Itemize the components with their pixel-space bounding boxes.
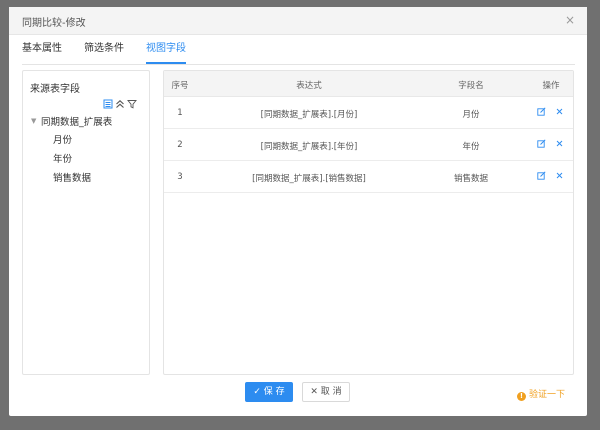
tree-node-month[interactable]: 月份 (53, 132, 72, 146)
cancel-button[interactable]: ✕ 取 消 (302, 382, 350, 402)
collapse-all-icon[interactable] (115, 99, 125, 109)
table-header: 序号 表达式 字段名 操作 (164, 71, 573, 97)
column-header-field-name: 字段名 (458, 81, 484, 91)
delete-icon[interactable] (555, 171, 564, 180)
dialog-title: 同期比较-修改 (22, 18, 86, 29)
edit-icon[interactable] (537, 171, 546, 180)
close-icon[interactable]: × (565, 13, 575, 27)
dialog-header: 同期比较-修改 × (9, 7, 587, 35)
table-row[interactable]: 2 [同期数据_扩展表].[年份] 年份 (164, 129, 573, 161)
source-fields-title: 来源表字段 (30, 84, 80, 95)
cell-expression: [同期数据_扩展表].[年份] (260, 142, 358, 152)
cell-index: 3 (177, 172, 183, 182)
cell-field-name: 月份 (462, 110, 480, 120)
edit-icon[interactable] (537, 107, 546, 116)
info-icon: ! (517, 392, 526, 401)
column-header-expression: 表达式 (296, 81, 322, 91)
save-button[interactable]: ✓ 保 存 (245, 382, 293, 402)
cell-index: 1 (177, 108, 183, 118)
delete-icon[interactable] (555, 107, 564, 116)
cell-expression: [同期数据_扩展表].[销售数据] (252, 174, 366, 184)
tree-node-year[interactable]: 年份 (53, 151, 72, 165)
verify-label: 验证一下 (529, 390, 566, 400)
view-fields-table: 序号 表达式 字段名 操作 1 [同期数据_扩展表].[月份] 月份 2 [同期… (163, 70, 574, 375)
cell-field-name: 年份 (462, 142, 480, 152)
tree-expand-caret-icon[interactable]: ▼ (31, 117, 36, 125)
verify-link[interactable]: ! 验证一下 (517, 387, 565, 401)
column-header-index: 序号 (171, 81, 189, 91)
cell-field-name: 销售数据 (453, 174, 489, 184)
tree-node-sales-data[interactable]: 销售数据 (53, 170, 91, 184)
filter-icon[interactable] (127, 99, 137, 109)
tree-node-root[interactable]: 同期数据_扩展表 (41, 114, 112, 128)
edit-icon[interactable] (537, 139, 546, 148)
tab-bar: 基本属性 筛选条件 视图字段 (22, 35, 575, 65)
table-row[interactable]: 1 [同期数据_扩展表].[月份] 月份 (164, 97, 573, 129)
tab-filter-conditions[interactable]: 筛选条件 (84, 35, 124, 64)
select-all-icon[interactable] (103, 99, 113, 109)
cell-index: 2 (177, 140, 183, 150)
tab-view-fields[interactable]: 视图字段 (146, 35, 186, 64)
column-header-actions: 操作 (542, 81, 560, 91)
edit-dialog: 同期比较-修改 × 基本属性 筛选条件 视图字段 来源表字段 ▼ 同期数据_扩展… (9, 7, 587, 416)
table-row[interactable]: 3 [同期数据_扩展表].[销售数据] 销售数据 (164, 161, 573, 193)
delete-icon[interactable] (555, 139, 564, 148)
cell-expression: [同期数据_扩展表].[月份] (260, 110, 358, 120)
tab-basic-properties[interactable]: 基本属性 (22, 35, 62, 64)
source-fields-panel: 来源表字段 ▼ 同期数据_扩展表 月份 年份 销售数据 (22, 70, 150, 375)
